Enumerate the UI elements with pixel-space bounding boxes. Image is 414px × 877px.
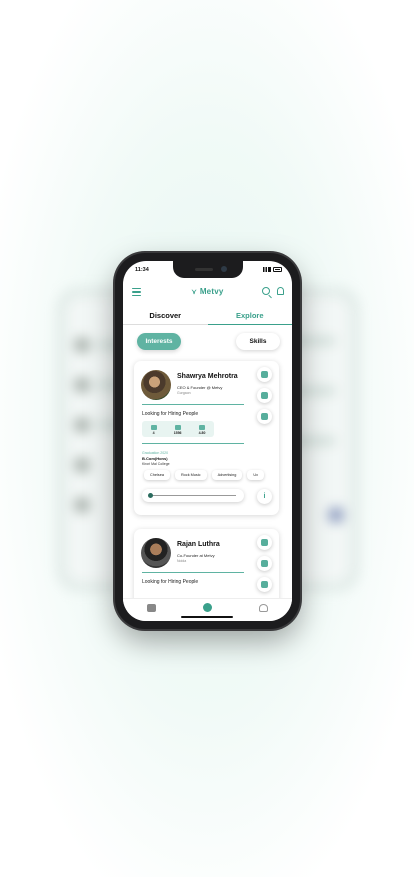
tab-explore[interactable]: Explore [207, 309, 292, 325]
app-screen: 11:34 ⋎ Metvy Discover Explore Interests … [123, 261, 292, 621]
bar-chart-icon [150, 424, 157, 430]
explore-icon[interactable] [202, 603, 212, 612]
stat-value: 4.80 [198, 430, 206, 435]
profile-name: Rajan Luthra [177, 541, 220, 548]
avatar [141, 370, 171, 400]
avatar [141, 538, 171, 568]
profile-location: Gurgaon [177, 391, 191, 395]
share-icon[interactable] [257, 367, 272, 382]
leaf-icon: ⋎ [191, 289, 197, 296]
connect-icon[interactable] [257, 388, 272, 403]
degree: B.Com(Hons) [142, 456, 168, 461]
share-icon[interactable] [257, 535, 272, 550]
interest-tag[interactable]: Rock Music [174, 470, 207, 480]
skills-pill[interactable]: Skills [236, 333, 280, 350]
interest-tag[interactable]: Chelsea [144, 470, 170, 480]
stat-item: 4.80 [198, 424, 206, 435]
chat-icon[interactable] [257, 577, 272, 592]
profile-card[interactable]: Rajan Luthra Co-Founder at Metvy Noida L… [134, 529, 279, 609]
chat-icon[interactable] [257, 409, 272, 424]
looking-for-text: Looking for Hiring People [142, 411, 199, 417]
divider [142, 572, 244, 573]
progress-slider[interactable] [142, 489, 244, 502]
card-actions [257, 535, 272, 592]
profile-role: CEO & Founder @ Metvy [177, 385, 223, 390]
bell-icon[interactable] [277, 287, 284, 295]
tab-discover[interactable]: Discover [123, 309, 208, 325]
search-icon[interactable] [262, 287, 270, 295]
graduation-label: Graduation 2020 [142, 451, 169, 455]
app-header: ⋎ Metvy [123, 281, 292, 305]
interest-tag[interactable]: Advertising [211, 470, 243, 480]
profile-name: Shawrya Mehrotra [177, 373, 238, 380]
home-indicator [181, 616, 233, 618]
profile-card[interactable]: Shawrya Mehrotra CEO & Founder @ Metvy G… [134, 361, 279, 515]
looking-for-text: Looking for Hiring People [142, 579, 199, 585]
interests-pill[interactable]: Interests [137, 333, 181, 350]
stat-item: 1556 [173, 424, 182, 435]
card-actions [257, 367, 272, 424]
notch [173, 261, 243, 278]
stat-value: 1556 [173, 430, 182, 435]
profile-role: Co-Founder at Metvy [177, 553, 215, 558]
signal-icon [263, 267, 271, 272]
status-time: 11:34 [135, 267, 149, 273]
brand-name: Metvy [199, 287, 224, 296]
people-icon [174, 424, 181, 430]
stat-value: 4 [152, 430, 155, 435]
interest-tags: Chelsea Rock Music Advertising Ux [144, 470, 264, 480]
stat-item: 4 [150, 424, 157, 435]
filter-pills: Interests Skills [137, 333, 280, 351]
stats-box: 4 1556 4.80 [142, 421, 214, 437]
tab-bar: Discover Explore [123, 309, 292, 325]
profile-icon[interactable] [259, 603, 269, 612]
slider-track [150, 495, 236, 496]
slider-handle[interactable] [148, 493, 153, 498]
connect-icon[interactable] [257, 556, 272, 571]
profile-location: Noida [177, 559, 187, 563]
college: Kirori Mal College [142, 462, 170, 466]
battery-icon [273, 267, 282, 272]
interest-tag[interactable]: Ux [247, 470, 264, 480]
phone-frame: 11:34 ⋎ Metvy Discover Explore Interests … [115, 253, 300, 629]
star-icon [199, 424, 206, 430]
divider [142, 404, 244, 405]
messages-icon[interactable] [146, 603, 156, 612]
divider [142, 443, 244, 444]
info-icon[interactable]: i [257, 489, 272, 504]
